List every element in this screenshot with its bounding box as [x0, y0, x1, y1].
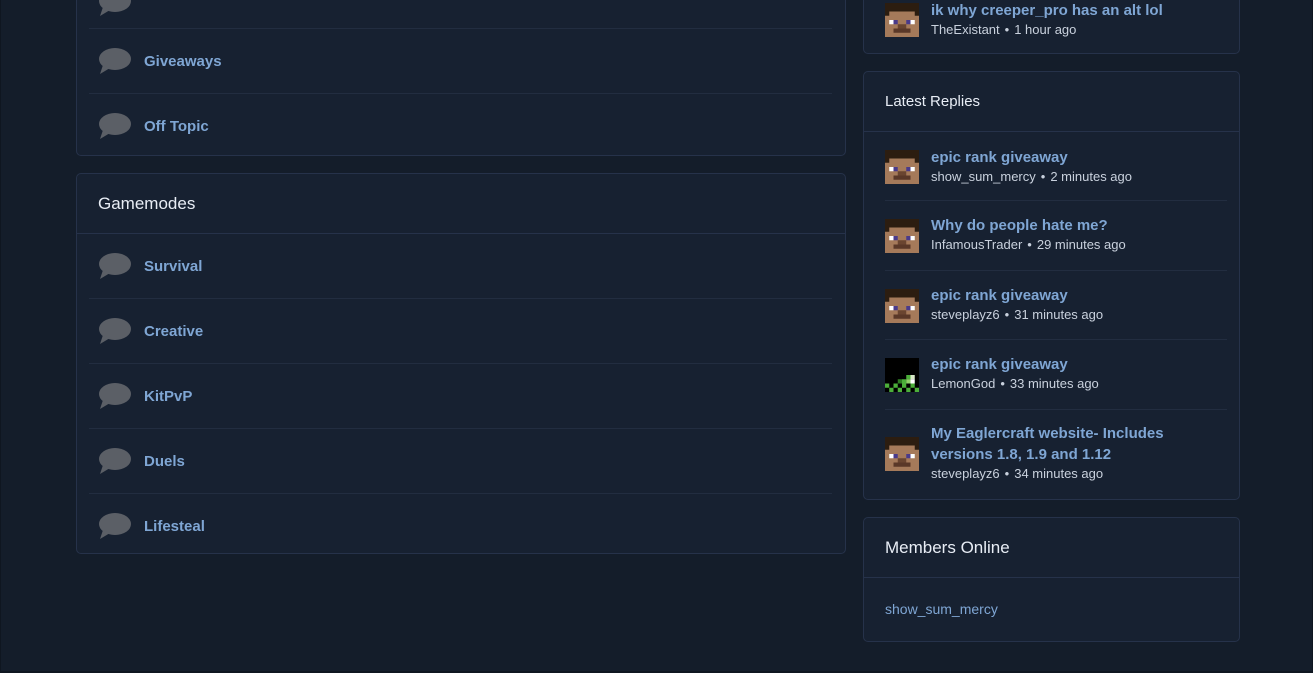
thread-meta: TheExistant • 1 hour ago	[931, 22, 1076, 38]
thread-title-link[interactable]: Why do people hate me?	[931, 215, 1196, 236]
steve-avatar-icon[interactable]	[885, 3, 919, 37]
forum-node-survival[interactable]: Survival	[89, 234, 832, 299]
forum-node-title[interactable]: Creative	[144, 323, 203, 340]
forum-node-title[interactable]: KitPvP	[144, 388, 192, 405]
timestamp[interactable]: 33 minutes ago	[1010, 376, 1099, 391]
timestamp[interactable]: 34 minutes ago	[1014, 466, 1103, 481]
username-link[interactable]: steveplayz6	[931, 466, 1000, 481]
speech-bubble-icon	[99, 318, 131, 344]
thread-meta: InfamousTrader • 29 minutes ago	[931, 237, 1126, 253]
username-link[interactable]: TheExistant	[931, 22, 1000, 37]
forum-node-creative[interactable]: Creative	[89, 299, 832, 364]
timestamp[interactable]: 1 hour ago	[1014, 22, 1076, 37]
speech-bubble-icon	[99, 0, 131, 16]
username-link[interactable]: steveplayz6	[931, 307, 1000, 322]
gamemodes-panel: Gamemodes Survival Creative KitPvP Duels	[76, 173, 846, 554]
forum-node-title[interactable]: Off Topic	[144, 118, 209, 135]
meta-separator: •	[1000, 376, 1005, 391]
reply-item[interactable]: epic rank giveaway LemonGod • 33 minutes a…	[885, 340, 1227, 410]
thread-meta: show_sum_mercy • 2 minutes ago	[931, 169, 1132, 185]
latest-post-item[interactable]: ik why creeper_pro has an alt lol TheExi…	[885, 0, 1227, 55]
speech-bubble-icon	[99, 113, 131, 139]
thread-meta: LemonGod • 33 minutes ago	[931, 376, 1099, 392]
forum-node-title[interactable]: Lifesteal	[144, 518, 205, 535]
latest-replies-panel: Latest Replies epic rank giveaway show_s…	[863, 71, 1240, 500]
speech-bubble-icon	[99, 383, 131, 409]
meta-separator: •	[1004, 466, 1010, 481]
steve-avatar-icon[interactable]	[885, 219, 919, 253]
online-member-link[interactable]: show_sum_mercy	[885, 601, 998, 617]
members-online-panel: Members Online show_sum_mercy	[863, 517, 1240, 642]
username-link[interactable]: InfamousTrader	[931, 237, 1022, 252]
latest-posts-panel: ik why creeper_pro has an alt lol TheExi…	[863, 0, 1240, 54]
speech-bubble-icon	[99, 513, 131, 539]
reply-item[interactable]: My Eaglercraft website- Includes version…	[885, 410, 1227, 499]
latest-replies-header: Latest Replies	[864, 72, 1239, 132]
members-online-header: Members Online	[864, 518, 1239, 578]
reply-item[interactable]: epic rank giveaway show_sum_mercy • 2 minu…	[885, 132, 1227, 201]
creeper-avatar-icon[interactable]	[885, 358, 919, 392]
username-link[interactable]: LemonGod	[931, 376, 995, 391]
meta-separator: •	[1027, 237, 1032, 252]
meta-separator: •	[1004, 307, 1010, 322]
forum-node-duels[interactable]: Duels	[89, 429, 832, 494]
speech-bubble-icon	[99, 448, 131, 474]
forum-node-title[interactable]: Giveaways	[144, 53, 222, 70]
speech-bubble-icon	[99, 253, 131, 279]
forum-node-title[interactable]: Duels	[144, 453, 185, 470]
forum-node-title[interactable]: Survival	[144, 258, 202, 275]
forum-node[interactable]: Off Topic	[89, 94, 832, 158]
timestamp[interactable]: 2 minutes ago	[1050, 169, 1132, 184]
speech-bubble-icon	[99, 48, 131, 74]
thread-title-link[interactable]: ik why creeper_pro has an alt lol	[931, 0, 1196, 21]
timestamp[interactable]: 31 minutes ago	[1014, 307, 1103, 322]
forum-node-lifesteal[interactable]: Lifesteal	[89, 494, 832, 558]
forum-category-panel: Giveaways Off Topic	[76, 0, 846, 156]
forum-node[interactable]: Giveaways	[89, 29, 832, 94]
thread-title-link[interactable]: epic rank giveaway	[931, 147, 1196, 168]
forum-node-partial[interactable]	[89, 0, 832, 29]
reply-item[interactable]: Why do people hate me? InfamousTrader • 29…	[885, 201, 1227, 271]
steve-avatar-icon[interactable]	[885, 150, 919, 184]
timestamp[interactable]: 29 minutes ago	[1037, 237, 1126, 252]
steve-avatar-icon[interactable]	[885, 437, 919, 471]
thread-title-link[interactable]: epic rank giveaway	[931, 285, 1196, 306]
thread-title-link[interactable]: My Eaglercraft website- Includes version…	[931, 423, 1196, 465]
steve-avatar-icon[interactable]	[885, 289, 919, 323]
thread-meta: steveplayz6 • 31 minutes ago	[931, 307, 1103, 323]
reply-item[interactable]: epic rank giveaway steveplayz6 • 31 minute…	[885, 271, 1227, 340]
meta-separator: •	[1040, 169, 1046, 184]
thread-title-link[interactable]: epic rank giveaway	[931, 354, 1196, 375]
forum-node-kitpvp[interactable]: KitPvP	[89, 364, 832, 429]
gamemodes-header: Gamemodes	[77, 174, 845, 234]
thread-meta: steveplayz6 • 34 minutes ago	[931, 466, 1103, 482]
username-link[interactable]: show_sum_mercy	[931, 169, 1036, 184]
meta-separator: •	[1004, 22, 1010, 37]
